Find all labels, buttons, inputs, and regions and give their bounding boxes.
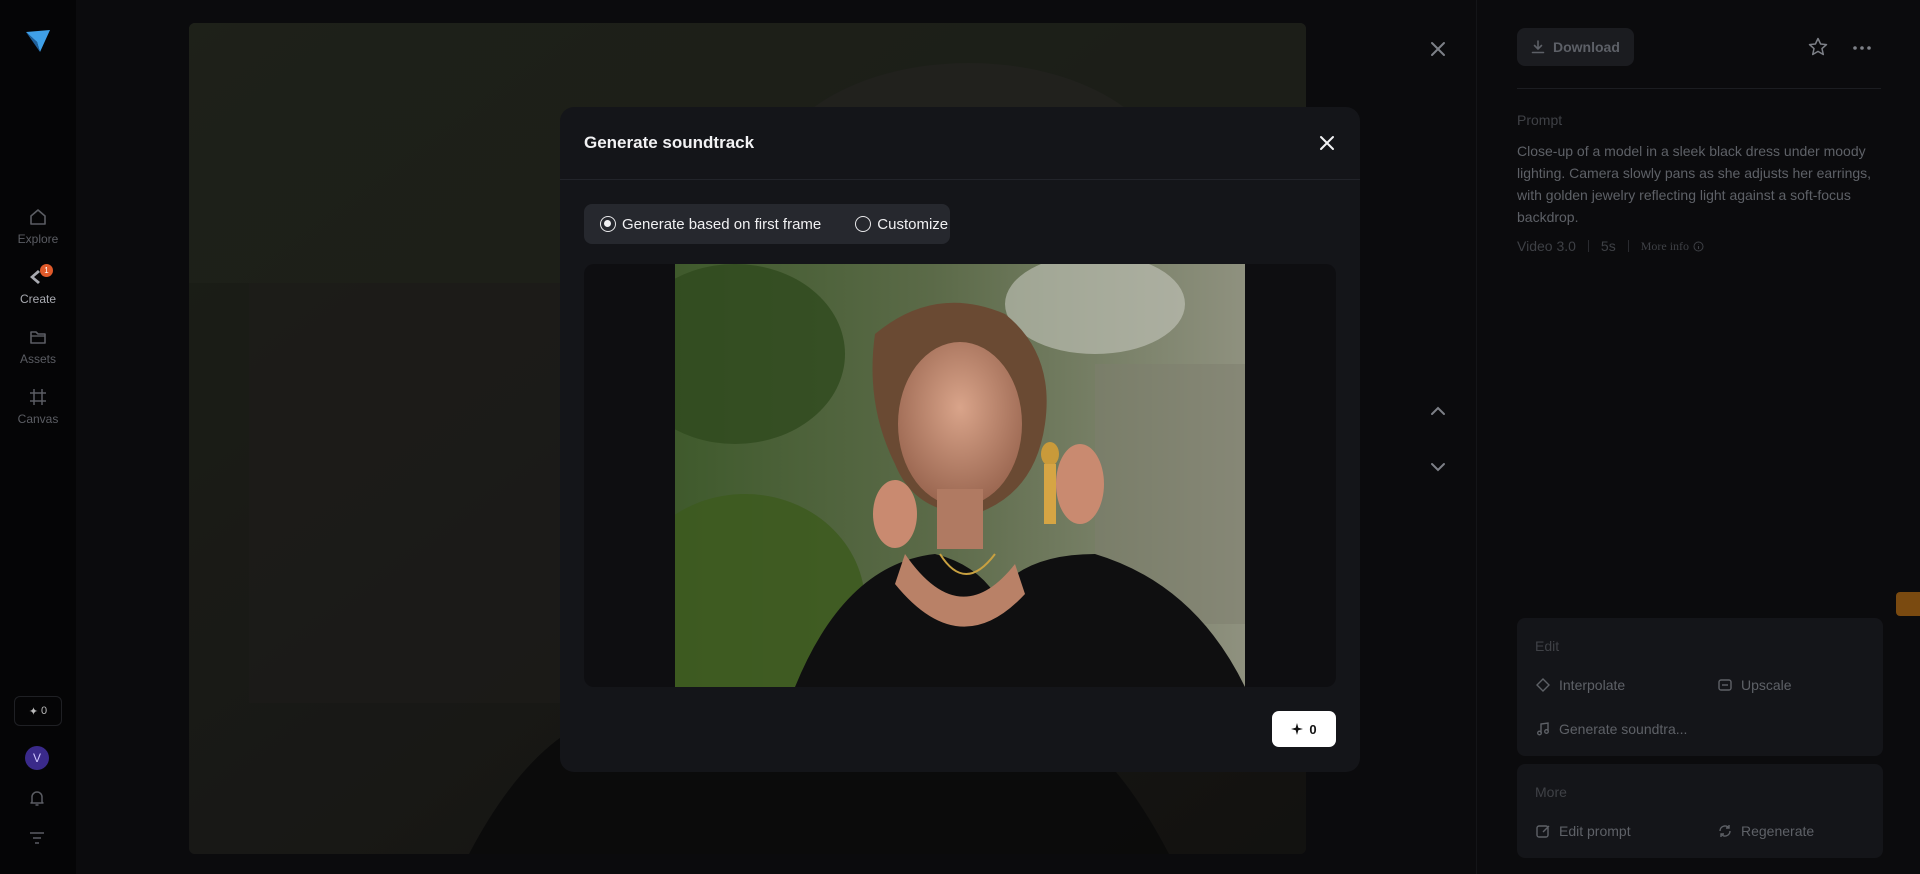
- menu-icon[interactable]: [28, 830, 46, 846]
- radio-customize[interactable]: [855, 216, 872, 232]
- close-viewer-icon[interactable]: [1425, 36, 1451, 62]
- nav-item-assets[interactable]: Assets: [0, 326, 76, 366]
- option-first-frame[interactable]: Generate based on first frame: [600, 216, 821, 233]
- chevron-up-icon[interactable]: [1425, 398, 1451, 424]
- generate-button[interactable]: 0: [1272, 711, 1336, 747]
- sparkle-icon: [1291, 723, 1304, 735]
- nav-label-create: Create: [19, 292, 57, 306]
- chevron-down-icon[interactable]: [1425, 454, 1451, 480]
- credits-pill[interactable]: ✦ 0: [14, 696, 62, 726]
- option-first-frame-label: Generate based on first frame: [622, 215, 822, 233]
- modal-title: Generate soundtrack: [584, 133, 755, 152]
- favorite-star-icon[interactable]: [1807, 36, 1829, 58]
- panel-divider: [1517, 88, 1881, 89]
- modal-close-icon[interactable]: [1315, 131, 1339, 155]
- model-name: Video 3.0: [1517, 238, 1576, 254]
- option-customize-label: Customize: [877, 215, 949, 233]
- more-info-label: More info: [1640, 238, 1690, 253]
- nav-label-canvas: Canvas: [17, 412, 59, 426]
- edit-icon: [1536, 825, 1550, 838]
- music-note-icon: [1537, 722, 1549, 736]
- edit-card: Edit Interpolate Upscale Generate soundt…: [1517, 618, 1883, 756]
- nav-item-explore[interactable]: Explore: [0, 206, 76, 246]
- more-card: More Edit prompt Regenerate: [1517, 764, 1883, 858]
- meta-separator: [1587, 240, 1589, 252]
- more-options-icon[interactable]: [1851, 38, 1873, 58]
- regenerate-label: Regenerate: [1741, 823, 1815, 839]
- nav-item-create[interactable]: 1 Create: [0, 264, 76, 306]
- radio-first-frame[interactable]: [600, 216, 616, 232]
- generate-soundtrack-modal: Generate soundtrack Generate based on fi…: [560, 107, 1360, 772]
- more-title: More: [1535, 784, 1567, 800]
- more-info-link[interactable]: More info: [1641, 239, 1704, 254]
- prompt-label: Prompt: [1517, 112, 1563, 128]
- interpolate-button[interactable]: Interpolate: [1535, 677, 1625, 693]
- generate-soundtrack-label: Generate soundtra...: [1559, 721, 1688, 737]
- nav-item-canvas[interactable]: Canvas: [0, 386, 76, 426]
- first-frame-preview: [584, 264, 1336, 687]
- upscale-icon: [1718, 679, 1732, 691]
- source-option-group: Generate based on first frame Customize: [584, 204, 950, 244]
- edit-prompt-label: Edit prompt: [1559, 823, 1631, 839]
- logo-icon[interactable]: [24, 28, 52, 54]
- app-root: Explore 1 Create Assets Canvas ✦ 0 V Dow…: [0, 0, 1920, 874]
- credit-icon: ✦: [28, 705, 39, 718]
- details-panel: Download Prompt Close-up of a model in a…: [1476, 0, 1920, 874]
- first-frame-image: [675, 264, 1245, 687]
- duration: 5s: [1600, 238, 1616, 254]
- option-customize[interactable]: Customize: [855, 216, 948, 233]
- download-icon: [1531, 40, 1545, 54]
- canvas-icon: [30, 389, 46, 405]
- info-icon: [1693, 241, 1704, 251]
- left-nav: Explore 1 Create Assets Canvas ✦ 0 V: [0, 0, 76, 874]
- create-badge: 1: [40, 264, 53, 277]
- interpolate-label: Interpolate: [1559, 677, 1626, 693]
- generate-cost: 0: [1309, 721, 1317, 737]
- side-edge-tab[interactable]: [1896, 592, 1920, 616]
- folder-icon: [30, 331, 46, 344]
- download-label: Download: [1553, 39, 1620, 55]
- bell-icon[interactable]: [27, 788, 47, 808]
- upscale-button[interactable]: Upscale: [1717, 677, 1792, 693]
- edit-title: Edit: [1535, 638, 1560, 654]
- refresh-icon: [1719, 825, 1731, 837]
- download-button[interactable]: Download: [1517, 28, 1634, 66]
- edit-prompt-button[interactable]: Edit prompt: [1535, 823, 1631, 839]
- generation-meta: Video 3.0 5s More info: [1517, 238, 1704, 254]
- avatar[interactable]: V: [25, 746, 49, 770]
- prompt-text: Close-up of a model in a sleek black dre…: [1517, 143, 1872, 225]
- regenerate-button[interactable]: Regenerate: [1717, 823, 1814, 839]
- meta-separator: [1627, 240, 1629, 252]
- generate-soundtrack-button[interactable]: Generate soundtra...: [1535, 721, 1687, 737]
- upscale-label: Upscale: [1741, 677, 1792, 693]
- modal-divider: [560, 179, 1360, 180]
- credit-count: 0: [41, 705, 48, 717]
- nav-label-assets: Assets: [19, 352, 56, 366]
- interpolate-icon: [1536, 678, 1550, 692]
- home-icon: [30, 209, 46, 225]
- nav-label-explore: Explore: [17, 232, 59, 246]
